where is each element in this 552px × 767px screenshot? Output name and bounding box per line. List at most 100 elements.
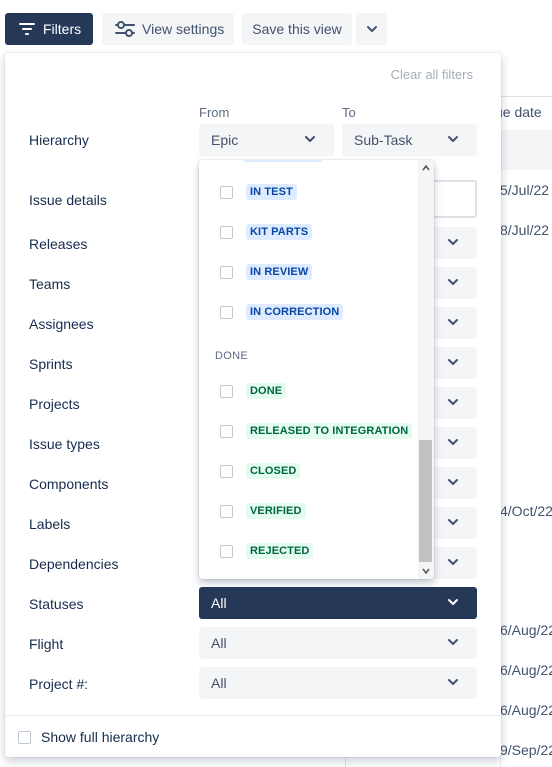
- view-settings-button[interactable]: View settings: [102, 13, 234, 45]
- status-lozenge: IN CORRECTION: [246, 304, 344, 320]
- hierarchy-to-value: Sub-Task: [354, 132, 413, 148]
- statuses-select[interactable]: All: [199, 587, 477, 619]
- chevron-down-icon: [448, 279, 458, 285]
- save-view-options-button[interactable]: [356, 13, 387, 45]
- menu-scrollbar[interactable]: [418, 160, 434, 579]
- status-lozenge: RELEASED TO INTEGRATION: [246, 423, 413, 439]
- status-option[interactable]: IN CORRECTION: [220, 304, 344, 320]
- chevron-down-icon: [448, 679, 458, 685]
- scroll-down-arrow-icon[interactable]: [421, 566, 431, 576]
- checkbox-box[interactable]: [220, 424, 233, 438]
- panel-footer-divider: [5, 715, 501, 716]
- status-lozenge: DONE: [246, 383, 287, 399]
- chevron-down-icon: [448, 559, 458, 565]
- status-option[interactable]: IN TEST: [220, 184, 297, 200]
- chevron-down-icon: [366, 26, 377, 32]
- hierarchy-from-select[interactable]: Epic: [199, 124, 334, 156]
- filter-label-sprints: Sprints: [29, 356, 73, 372]
- chevron-down-icon: [448, 399, 458, 405]
- filter-label-issue-details: Issue details: [29, 192, 107, 208]
- show-full-hierarchy-label: Show full hierarchy: [41, 729, 160, 745]
- table-header-divider: [495, 96, 552, 97]
- filter-label-dependencies: Dependencies: [29, 556, 119, 572]
- hierarchy-from-label: From: [199, 105, 230, 120]
- filter-label-hierarchy: Hierarchy: [29, 132, 89, 148]
- checkbox-box[interactable]: [220, 504, 233, 518]
- status-option[interactable]: VERIFIED: [220, 503, 306, 519]
- clear-all-filters-link[interactable]: Clear all filters: [391, 67, 473, 82]
- chevron-down-icon: [448, 239, 458, 245]
- status-lozenge: IN REVIEW: [246, 264, 313, 280]
- status-lozenge: CLOSED: [246, 463, 301, 479]
- filter-label-teams: Teams: [29, 276, 71, 292]
- table-header-stripe: [500, 130, 552, 170]
- filter-label-releases: Releases: [29, 236, 88, 252]
- project-number-select[interactable]: All: [199, 667, 477, 699]
- table-cell-divider: [345, 757, 346, 767]
- hierarchy-to-label: To: [342, 105, 356, 120]
- chevron-down-icon: [448, 319, 458, 325]
- cut-off-lozenge: [243, 160, 323, 162]
- hierarchy-from-value: Epic: [211, 132, 239, 148]
- due-date-cell: 6/Aug/22: [500, 622, 552, 638]
- status-lozenge: KIT PARTS: [246, 224, 313, 240]
- due-date-cell: 4/Oct/22: [500, 503, 552, 519]
- filters-button-label: Filters: [43, 21, 82, 37]
- filter-label-issue-types: Issue types: [29, 436, 100, 452]
- project-number-value: All: [211, 675, 227, 691]
- filter-icon: [19, 23, 35, 35]
- chevron-down-icon: [448, 599, 458, 605]
- status-option[interactable]: IN REVIEW: [220, 264, 313, 280]
- save-view-button[interactable]: Save this view: [242, 13, 352, 45]
- checkbox-box[interactable]: [220, 384, 233, 398]
- chevron-down-icon: [448, 439, 458, 445]
- flight-value: All: [211, 635, 227, 651]
- checkbox-box[interactable]: [220, 464, 233, 478]
- checkbox-box[interactable]: [18, 730, 31, 744]
- due-date-column-header[interactable]: ue date: [495, 104, 542, 120]
- chevron-down-icon: [448, 519, 458, 525]
- hierarchy-to-select[interactable]: Sub-Task: [342, 124, 477, 156]
- flight-select[interactable]: All: [199, 627, 477, 659]
- sliders-icon: [115, 21, 135, 37]
- chevron-down-icon: [448, 639, 458, 645]
- checkbox-box[interactable]: [220, 305, 233, 319]
- filter-label-projects: Projects: [29, 396, 80, 412]
- status-lozenge: VERIFIED: [246, 503, 306, 519]
- checkbox-box[interactable]: [220, 225, 233, 239]
- filter-label-assignees: Assignees: [29, 316, 94, 332]
- filter-label-components: Components: [29, 476, 109, 492]
- filter-label-flight: Flight: [29, 636, 64, 652]
- statuses-value: All: [211, 595, 227, 611]
- filters-button[interactable]: Filters: [5, 13, 93, 45]
- checkbox-box[interactable]: [220, 185, 233, 199]
- chevron-down-icon: [448, 359, 458, 365]
- filter-label-labels: Labels: [29, 516, 71, 532]
- status-option[interactable]: KIT PARTS: [220, 224, 313, 240]
- due-date-cell: 9/Sep/22: [500, 742, 552, 758]
- filter-label-project-number: Project #:: [29, 676, 89, 692]
- status-group-heading: DONE: [215, 350, 248, 362]
- chevron-down-icon: [305, 136, 315, 142]
- filter-label-statuses: Statuses: [29, 596, 84, 612]
- scroll-up-arrow-icon[interactable]: [421, 163, 431, 173]
- status-lozenge: IN TEST: [246, 184, 297, 200]
- view-settings-button-label: View settings: [142, 21, 225, 37]
- plan-toolbar: Filters View settings Save this view: [0, 0, 552, 52]
- checkbox-box[interactable]: [220, 544, 233, 558]
- status-option[interactable]: CLOSED: [220, 463, 301, 479]
- status-option[interactable]: RELEASED TO INTEGRATION: [220, 423, 413, 439]
- due-date-cell: 6/Aug/22: [500, 702, 552, 718]
- due-date-cell: 6/Aug/22: [500, 662, 552, 678]
- scrollbar-thumb[interactable]: [419, 440, 432, 562]
- save-view-button-label: Save this view: [252, 21, 342, 37]
- status-option[interactable]: DONE: [220, 383, 287, 399]
- due-date-cell: 8/Jul/22: [500, 222, 550, 238]
- chevron-down-icon: [448, 479, 458, 485]
- show-full-hierarchy-checkbox[interactable]: Show full hierarchy: [18, 729, 159, 745]
- chevron-down-icon: [448, 136, 458, 142]
- due-date-cell: 5/Jul/22: [500, 182, 550, 198]
- checkbox-box[interactable]: [220, 265, 233, 279]
- status-option[interactable]: REJECTED: [220, 543, 314, 559]
- statuses-dropdown-menu[interactable]: IN TEST KIT PARTS IN REVIEW IN CORRECTIO…: [199, 160, 434, 579]
